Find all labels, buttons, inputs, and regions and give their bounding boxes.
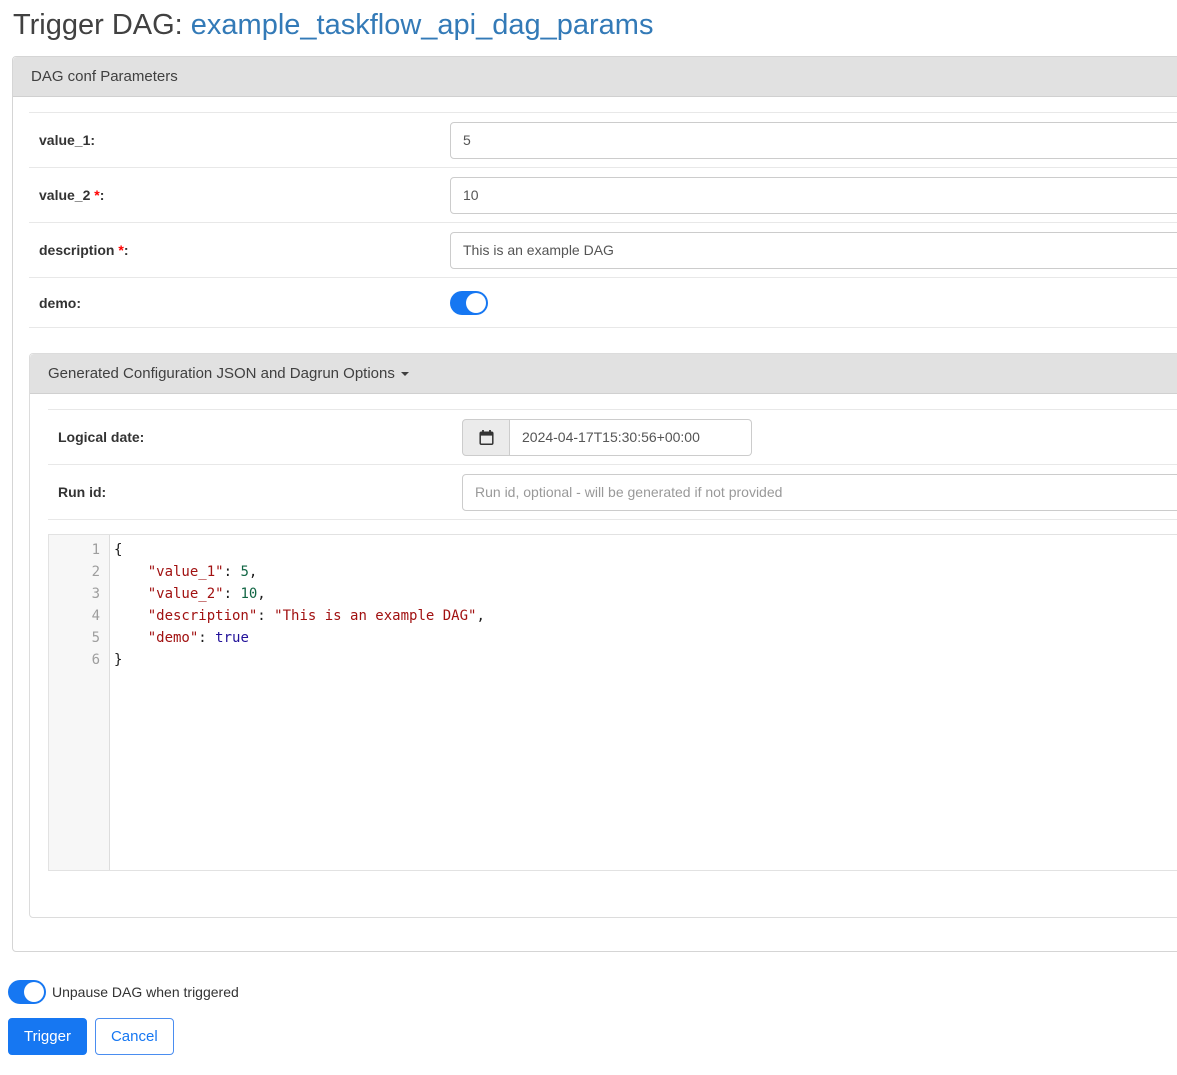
dag-conf-panel-heading: DAG conf Parameters	[13, 57, 1177, 97]
calendar-icon	[478, 429, 495, 446]
description-control	[450, 232, 1177, 269]
page-title-prefix: Trigger DAG:	[13, 9, 191, 41]
description-input[interactable]	[450, 232, 1177, 269]
datepicker-button[interactable]	[462, 419, 510, 456]
line-number: 6	[49, 649, 109, 671]
page-title: Trigger DAG: example_taskflow_api_dag_pa…	[13, 6, 1177, 44]
line-number: 3	[49, 583, 109, 605]
generated-config-panel-heading[interactable]: Generated Configuration JSON and Dagrun …	[30, 354, 1177, 394]
demo-toggle[interactable]	[450, 291, 488, 315]
param-form: value_1: value_2 *: description *: demo:	[29, 112, 1177, 328]
run-id-input[interactable]	[462, 474, 1177, 511]
value_2-label: value_2 *:	[29, 187, 450, 203]
unpause-label: Unpause DAG when triggered	[52, 984, 239, 1000]
unpause-row: Unpause DAG when triggered	[8, 980, 1177, 1004]
demo-label: demo:	[29, 295, 450, 311]
code-line: "description": "This is an example DAG",	[114, 605, 1177, 627]
unpause-toggle[interactable]	[8, 980, 46, 1004]
description-label: description *:	[29, 242, 450, 258]
code-line: "demo": true	[114, 627, 1177, 649]
run-id-label: Run id:	[48, 484, 462, 500]
dag-conf-panel-body: value_1: value_2 *: description *: demo: Ge…	[13, 97, 1177, 951]
required-marker: *	[114, 242, 123, 258]
generated-config-panel-body: Logical date:	[30, 394, 1177, 917]
run-id-row: Run id:	[48, 465, 1177, 520]
generated-config-heading-label: Generated Configuration JSON and Dagrun …	[48, 365, 395, 382]
action-buttons: Trigger Cancel	[8, 1018, 1177, 1055]
trigger-button[interactable]: Trigger	[8, 1018, 87, 1055]
generated-config-panel: Generated Configuration JSON and Dagrun …	[29, 353, 1177, 918]
value_2-input[interactable]	[450, 177, 1177, 214]
line-number: 5	[49, 627, 109, 649]
logical-date-input[interactable]	[510, 419, 752, 456]
param-row-value_2: value_2 *:	[29, 168, 1177, 223]
code-line: {	[114, 539, 1177, 561]
cancel-button[interactable]: Cancel	[95, 1018, 174, 1055]
dagrun-form: Logical date:	[48, 409, 1177, 520]
line-number: 1	[49, 539, 109, 561]
line-number: 2	[49, 561, 109, 583]
editor-gutter: 123456	[49, 535, 110, 870]
logical-date-control	[462, 419, 1177, 456]
demo-control	[450, 291, 1177, 315]
code-line: }	[114, 649, 1177, 671]
value_1-label: value_1:	[29, 132, 450, 148]
param-row-demo: demo:	[29, 278, 1177, 328]
code-line: "value_2": 10,	[114, 583, 1177, 605]
dag-id-link[interactable]: example_taskflow_api_dag_params	[191, 9, 654, 41]
logical-date-label: Logical date:	[48, 429, 462, 445]
line-number: 4	[49, 605, 109, 627]
dag-conf-panel: DAG conf Parameters value_1: value_2 *: de…	[12, 56, 1177, 952]
value_2-control	[450, 177, 1177, 214]
editor-code-area[interactable]: { "value_1": 5, "value_2": 10, "descript…	[110, 535, 1177, 870]
run-id-control	[462, 474, 1177, 511]
value_1-control	[450, 122, 1177, 159]
caret-down-icon	[401, 372, 409, 376]
toggle-knob	[466, 293, 486, 313]
required-marker: *	[90, 187, 99, 203]
code-line: "value_1": 5,	[114, 561, 1177, 583]
logical-date-input-group	[462, 419, 752, 456]
json-config-editor: 123456 { "value_1": 5, "value_2": 10, "d…	[48, 534, 1177, 871]
toggle-knob	[24, 982, 44, 1002]
param-row-description: description *:	[29, 223, 1177, 278]
value_1-input[interactable]	[450, 122, 1177, 159]
logical-date-row: Logical date:	[48, 410, 1177, 465]
param-row-value_1: value_1:	[29, 113, 1177, 168]
